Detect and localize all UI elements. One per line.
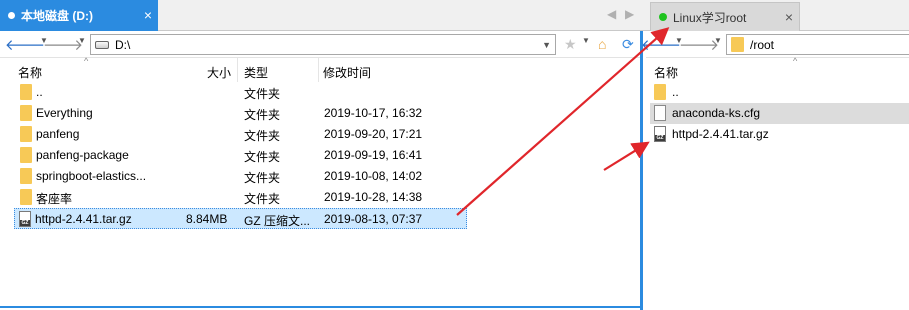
local-path-input[interactable]: D:\ ▼ xyxy=(90,34,556,55)
remote-column-header: ^ 名称 xyxy=(646,56,909,82)
column-modified[interactable]: 修改时间 xyxy=(323,64,371,81)
pane-splitter[interactable] xyxy=(640,31,643,310)
local-column-header: ^ 名称 大小 类型 修改时间 xyxy=(0,56,640,82)
file-name: springboot-elastics... xyxy=(36,169,147,183)
path-text: /root xyxy=(750,37,775,52)
folder-icon xyxy=(20,147,32,163)
local-toolbar: 🡐 ▼ 🡒 ▼ D:\ ▼ ★ ▼ ⌂ ⟳ xyxy=(0,31,640,58)
file-type: 文件夹 xyxy=(244,87,281,101)
file-name: .. xyxy=(672,85,679,99)
back-arrow-icon[interactable]: 🡐 xyxy=(641,35,681,54)
tab-local-disk-d[interactable]: 本地磁盘 (D:) × xyxy=(0,0,158,31)
column-divider[interactable] xyxy=(237,58,238,82)
folder-icon xyxy=(20,126,32,142)
close-icon[interactable]: × xyxy=(785,9,793,25)
remote-path-input[interactable]: /root xyxy=(726,34,909,55)
tab-label: 本地磁盘 (D:) xyxy=(21,9,93,23)
file-size: 8.84MB xyxy=(186,212,228,226)
gz-archive-icon xyxy=(654,126,666,142)
file-type: 文件夹 xyxy=(244,192,281,206)
list-item[interactable]: panfeng-package 文件夹 2019-09-19, 16:41 xyxy=(14,145,466,166)
home-folder-icon[interactable]: ⌂ xyxy=(598,36,606,52)
pane-bottom-border xyxy=(0,306,640,308)
file-name: Everything xyxy=(36,106,93,120)
close-icon[interactable]: × xyxy=(144,8,152,22)
list-item[interactable]: Everything 文件夹 2019-10-17, 16:32 xyxy=(14,103,466,124)
tab-status-dot xyxy=(8,12,15,19)
back-arrow-icon[interactable]: 🡐 xyxy=(5,35,45,54)
remote-toolbar: 🡐 ▼ 🡒 ▼ /root xyxy=(641,31,909,58)
file-name: httpd-2.4.41.tar.gz xyxy=(35,212,132,226)
bookmark-dropdown-icon[interactable]: ▼ xyxy=(582,36,590,45)
file-name: httpd-2.4.41.tar.gz xyxy=(672,127,769,141)
list-item[interactable]: httpd-2.4.41.tar.gz xyxy=(650,124,909,145)
file-type: 文件夹 xyxy=(244,171,281,185)
column-name[interactable]: 名称 xyxy=(18,64,42,81)
sort-ascending-icon: ^ xyxy=(793,56,798,66)
document-icon xyxy=(654,105,666,121)
forward-history-dropdown-icon[interactable]: ▼ xyxy=(714,36,722,45)
file-name: anaconda-ks.cfg xyxy=(672,106,761,120)
tab-linux-root[interactable]: Linux学习root × xyxy=(650,2,800,31)
local-pane: 本地磁盘 (D:) × ◀ ▶ 🡐 ▼ 🡒 ▼ D:\ ▼ ★ ▼ ⌂ ⟳ ^ … xyxy=(0,0,646,310)
remote-pane: Linux学习root × 🡐 ▼ 🡒 ▼ /root ^ 名称 .. anac… xyxy=(641,0,909,310)
tab-scroll-left-icon[interactable]: ◀ xyxy=(607,7,616,21)
forward-history-dropdown-icon[interactable]: ▼ xyxy=(78,36,86,45)
list-item[interactable]: 客座率 文件夹 2019-10-28, 14:38 xyxy=(14,187,466,208)
drive-icon xyxy=(95,40,109,49)
tab-label: Linux学习root xyxy=(673,10,747,25)
forward-arrow-icon[interactable]: 🡒 xyxy=(43,35,83,54)
list-item-selected[interactable]: httpd-2.4.41.tar.gz 8.84MB GZ 压缩文... 201… xyxy=(14,208,467,229)
file-modified: 2019-10-28, 14:38 xyxy=(324,190,423,204)
gz-archive-icon xyxy=(19,211,31,227)
file-modified: 2019-10-08, 14:02 xyxy=(324,169,423,183)
file-modified: 2019-09-20, 17:21 xyxy=(324,127,423,141)
folder-icon xyxy=(20,84,32,100)
list-item[interactable]: springboot-elastics... 文件夹 2019-10-08, 1… xyxy=(14,166,466,187)
remote-tab-bar: Linux学习root × xyxy=(646,0,909,31)
sort-ascending-icon: ^ xyxy=(84,56,89,66)
path-text: D:\ xyxy=(115,37,131,52)
forward-arrow-icon[interactable]: 🡒 xyxy=(679,35,719,54)
file-type: 文件夹 xyxy=(244,150,281,164)
folder-icon xyxy=(654,84,666,100)
file-type: 文件夹 xyxy=(244,129,281,143)
column-size[interactable]: 大小 xyxy=(207,64,231,81)
local-tab-bar: 本地磁盘 (D:) × ◀ ▶ xyxy=(0,0,646,31)
file-type: 文件夹 xyxy=(244,108,281,122)
folder-icon xyxy=(731,37,744,52)
column-divider[interactable] xyxy=(318,58,319,82)
file-name: panfeng-package xyxy=(36,148,129,162)
list-item[interactable]: .. 文件夹 xyxy=(14,82,466,103)
folder-icon xyxy=(20,168,32,184)
folder-icon xyxy=(20,189,32,205)
file-modified: 2019-08-13, 07:37 xyxy=(324,212,423,226)
file-type: GZ 压缩文... xyxy=(244,214,311,228)
connected-status-dot xyxy=(659,13,667,21)
file-modified: 2019-09-19, 16:41 xyxy=(324,148,423,162)
sftp-client-window: 本地磁盘 (D:) × ◀ ▶ 🡐 ▼ 🡒 ▼ D:\ ▼ ★ ▼ ⌂ ⟳ ^ … xyxy=(0,0,909,310)
list-item[interactable]: panfeng 文件夹 2019-09-20, 17:21 xyxy=(14,124,466,145)
tab-scroll-right-icon[interactable]: ▶ xyxy=(625,7,634,21)
file-name: 客座率 xyxy=(36,192,73,206)
file-name: panfeng xyxy=(36,127,80,141)
refresh-icon[interactable]: ⟳ xyxy=(622,36,634,53)
file-name: .. xyxy=(36,85,43,99)
folder-icon xyxy=(20,105,32,121)
column-type[interactable]: 类型 xyxy=(244,64,268,81)
list-item[interactable]: anaconda-ks.cfg xyxy=(650,103,909,124)
bookmark-star-icon[interactable]: ★ xyxy=(564,36,577,53)
column-name[interactable]: 名称 xyxy=(654,64,678,81)
list-item[interactable]: .. xyxy=(650,82,909,103)
path-dropdown-icon[interactable]: ▼ xyxy=(542,40,551,50)
file-modified: 2019-10-17, 16:32 xyxy=(324,106,423,120)
